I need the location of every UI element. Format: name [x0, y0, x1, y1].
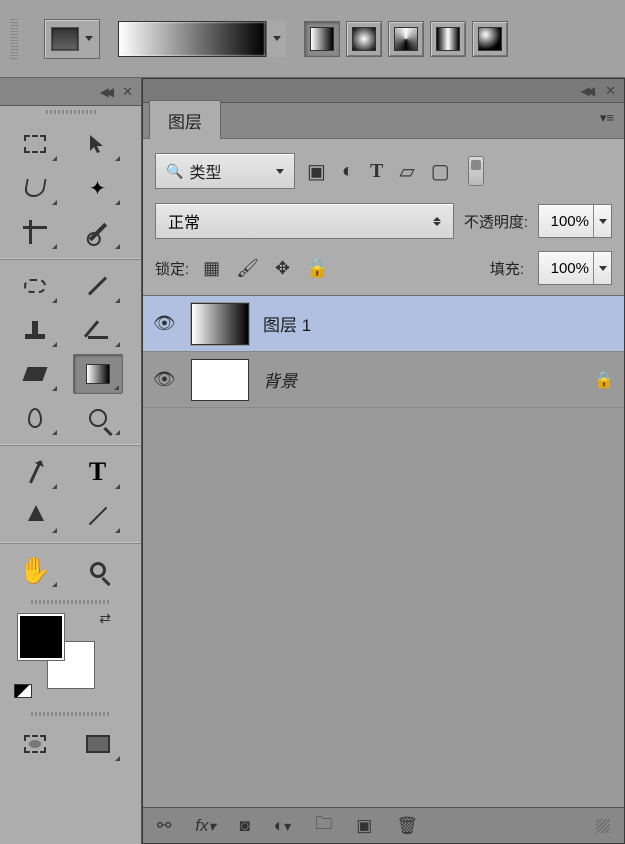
lock-image-icon[interactable]: 🖌 — [236, 258, 259, 279]
tools-panel-header: ◀◀ ✕ — [0, 78, 141, 106]
line-tool[interactable] — [73, 496, 123, 536]
blend-mode-value: 正常 — [168, 209, 200, 233]
chevron-down-icon[interactable] — [593, 252, 611, 284]
opacity-input[interactable] — [538, 204, 612, 238]
opacity-value[interactable] — [539, 213, 593, 230]
chevron-down-icon[interactable] — [593, 205, 611, 237]
gradient-type-linear[interactable] — [304, 21, 340, 57]
chevron-down-icon — [85, 36, 93, 41]
fill-value[interactable] — [539, 260, 593, 277]
eyedropper-tool[interactable] — [73, 212, 123, 252]
gradient-swatch-picker[interactable] — [44, 19, 100, 59]
layer-name: 背景 — [263, 367, 297, 392]
filter-toggle[interactable] — [468, 156, 484, 186]
layers-panel-footer: ⚯ fx▾ ◙ ◐▾ 🗀 ▣ 🗑 — [143, 807, 624, 843]
chevron-down-icon — [276, 169, 284, 174]
magic-wand-tool[interactable]: ✦ — [73, 168, 123, 208]
swatch-icon — [51, 27, 79, 51]
lasso-tool[interactable] — [10, 168, 60, 208]
gradient-type-radial[interactable] — [346, 21, 382, 57]
blend-mode-row: 正常 不透明度: — [143, 197, 624, 245]
collapse-icon[interactable]: ◀◀ — [100, 85, 110, 99]
filter-adjustment-icon[interactable]: ◐ — [342, 160, 354, 183]
gradient-preview — [118, 21, 266, 57]
visibility-icon[interactable]: 👁 — [153, 369, 177, 390]
gradient-dropdown[interactable] — [266, 21, 286, 57]
hand-tool[interactable]: ✋ — [10, 550, 60, 590]
blur-tool[interactable] — [10, 398, 60, 438]
layer-filter-row: 🔍 类型 ▣ ◐ T ▱ ▢ — [143, 139, 624, 197]
swap-colors-icon[interactable]: ⇄ — [99, 610, 111, 627]
layer-thumbnail[interactable] — [191, 359, 249, 401]
close-icon[interactable]: ✕ — [122, 84, 133, 100]
delete-layer-icon[interactable]: 🗑 — [396, 816, 418, 836]
panel-tab-bar: 图层 ▾≡ — [143, 103, 624, 139]
filter-smartobject-icon[interactable]: ▢ — [431, 159, 450, 184]
new-layer-icon[interactable]: ▣ — [356, 816, 372, 836]
lock-row: 锁定: ▦ 🖌 ✥ 🔒 填充: — [143, 245, 624, 295]
crop-tool[interactable] — [10, 212, 60, 252]
options-bar — [0, 0, 625, 78]
adjustment-layer-icon[interactable]: ◐▾ — [274, 816, 291, 836]
eraser-tool[interactable] — [10, 354, 60, 394]
filter-pixel-icon[interactable]: ▣ — [307, 159, 326, 184]
history-brush-tool[interactable] — [73, 310, 123, 350]
close-icon[interactable]: ✕ — [605, 83, 616, 99]
layer-thumbnail[interactable] — [191, 303, 249, 345]
filter-kind-label: 类型 — [189, 159, 221, 183]
healing-brush-tool[interactable] — [10, 266, 60, 306]
gradient-tool[interactable] — [73, 354, 123, 394]
collapse-icon[interactable]: ◀◀ — [581, 84, 591, 98]
gradient-editor-button[interactable] — [118, 21, 286, 57]
color-picker: ⇄ — [0, 608, 141, 708]
panel-grip[interactable] — [0, 106, 141, 118]
screen-mode-tool[interactable] — [73, 724, 123, 764]
brush-tool[interactable] — [73, 266, 123, 306]
visibility-icon[interactable]: 👁 — [153, 313, 177, 334]
chevron-down-icon — [273, 36, 281, 41]
lock-all-icon[interactable]: 🔒 — [306, 258, 328, 279]
lock-position-icon[interactable]: ✥ — [275, 258, 290, 279]
resize-grip[interactable] — [596, 819, 610, 833]
layer-name: 图层 1 — [263, 311, 311, 336]
marquee-tool[interactable] — [10, 124, 60, 164]
opacity-label: 不透明度: — [464, 211, 528, 232]
tools-panel: ◀◀ ✕ ✦ T ✋ — [0, 78, 142, 844]
gradient-type-diamond[interactable] — [472, 21, 508, 57]
filter-shape-icon[interactable]: ▱ — [399, 159, 414, 184]
layers-panel: ◀◀ ✕ 图层 ▾≡ 🔍 类型 ▣ ◐ T ▱ ▢ — [142, 78, 625, 844]
foreground-color[interactable] — [18, 614, 64, 660]
tab-layers[interactable]: 图层 — [149, 100, 221, 139]
move-tool[interactable] — [73, 124, 123, 164]
layer-row[interactable]: 👁 背景 🔒 — [143, 352, 624, 408]
search-icon: 🔍 — [166, 163, 183, 180]
blend-mode-dropdown[interactable]: 正常 — [155, 203, 454, 239]
type-tool[interactable]: T — [73, 452, 123, 492]
lock-label: 锁定: — [155, 258, 189, 279]
grip — [10, 19, 18, 59]
gradient-type-group — [304, 21, 508, 57]
panel-menu-icon[interactable]: ▾≡ — [600, 110, 624, 132]
gradient-type-angle[interactable] — [388, 21, 424, 57]
fill-input[interactable] — [538, 251, 612, 285]
pen-tool[interactable] — [10, 452, 60, 492]
dodge-tool[interactable] — [73, 398, 123, 438]
filter-type-icon[interactable]: T — [370, 160, 383, 183]
lock-icon: 🔒 — [594, 370, 614, 390]
clone-stamp-tool[interactable] — [10, 310, 60, 350]
gradient-type-reflected[interactable] — [430, 21, 466, 57]
filter-kind-dropdown[interactable]: 🔍 类型 — [155, 153, 295, 189]
default-colors-icon[interactable] — [14, 684, 32, 698]
link-layers-icon[interactable]: ⚯ — [157, 816, 171, 836]
lock-transparency-icon[interactable]: ▦ — [203, 258, 220, 279]
quick-mask-tool[interactable] — [10, 724, 60, 764]
layer-row[interactable]: 👁 图层 1 — [143, 296, 624, 352]
fill-label: 填充: — [490, 258, 524, 279]
layer-effects-icon[interactable]: fx▾ — [195, 816, 215, 836]
new-group-icon[interactable]: 🗀 — [315, 811, 332, 840]
layer-list: 👁 图层 1 👁 背景 🔒 — [143, 295, 624, 807]
layer-mask-icon[interactable]: ◙ — [240, 816, 250, 836]
path-selection-tool[interactable] — [10, 496, 60, 536]
zoom-tool[interactable] — [73, 550, 123, 590]
